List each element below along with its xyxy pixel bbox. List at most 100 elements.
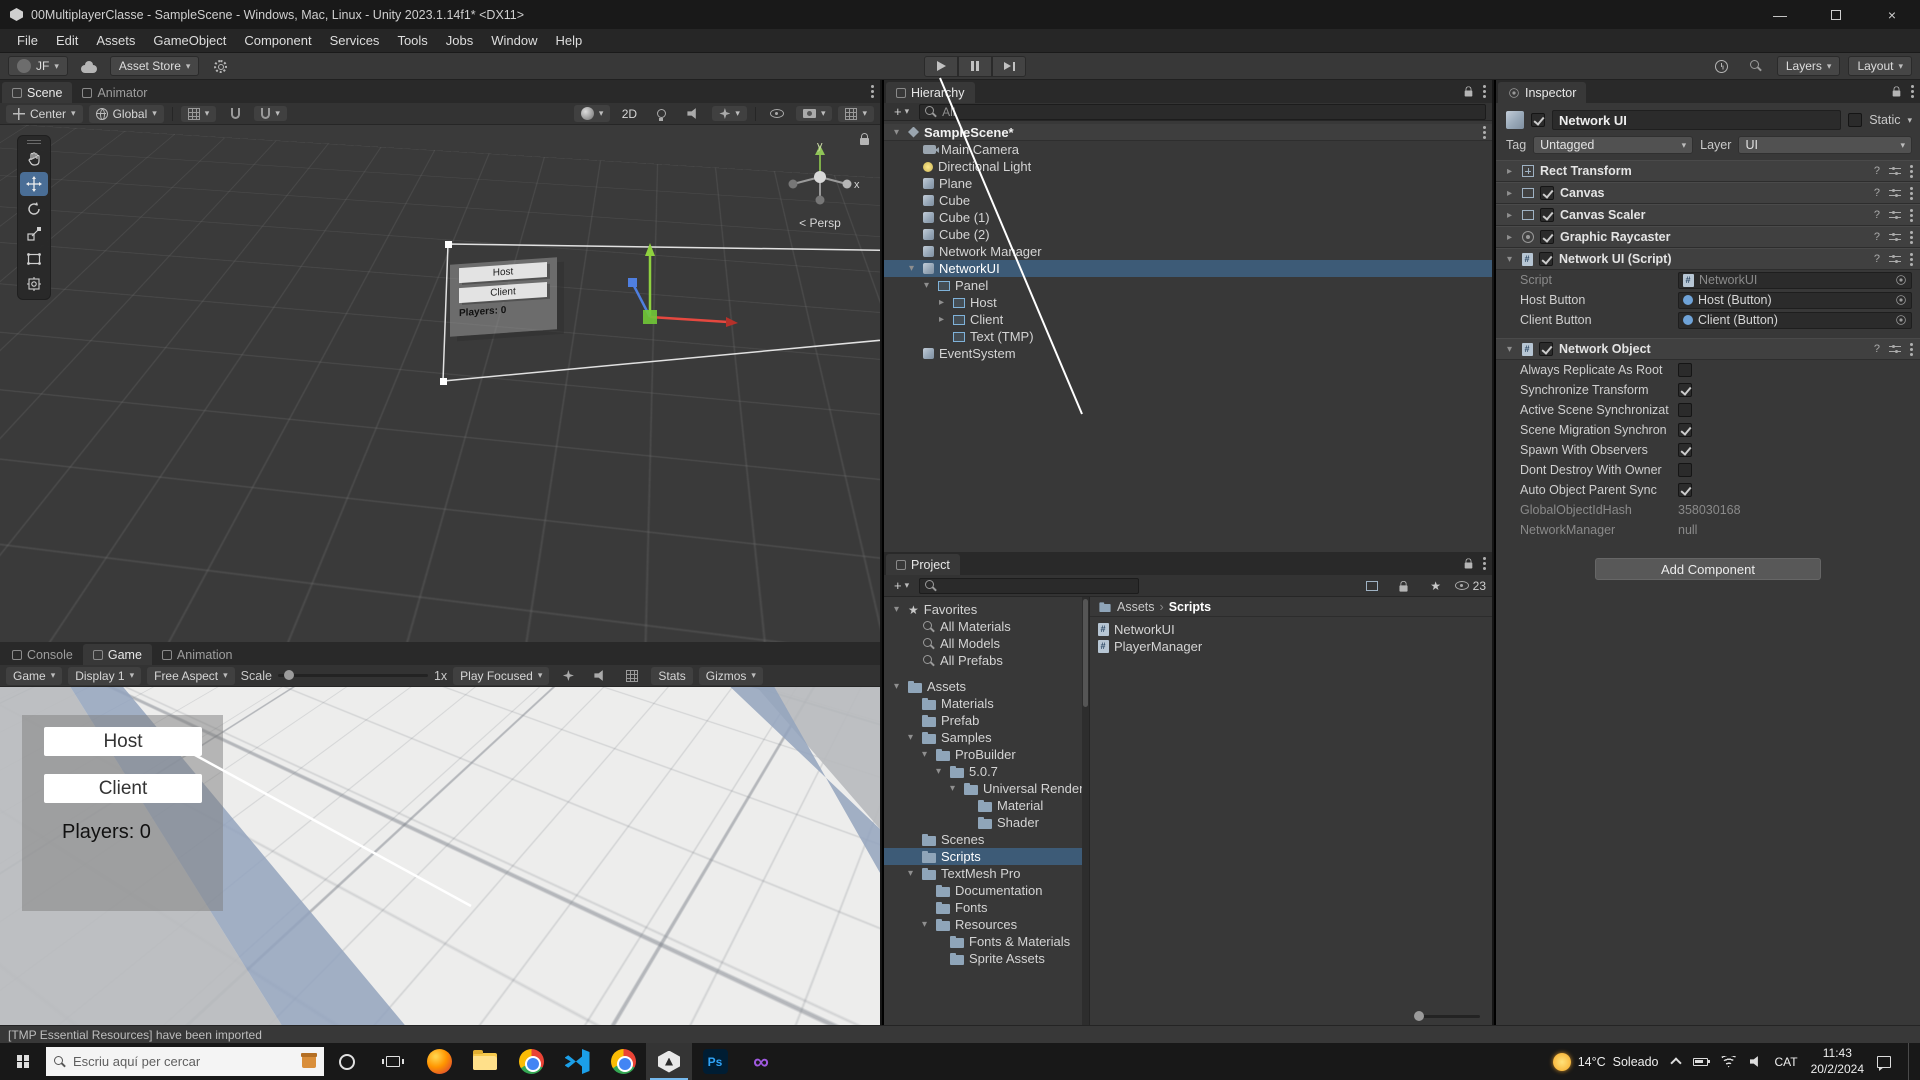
rotate-tool[interactable] <box>20 197 48 221</box>
presets-icon[interactable] <box>1889 188 1901 198</box>
create-asset-dropdown[interactable]: + ▾ <box>890 578 913 593</box>
tab-hierarchy[interactable]: Hierarchy <box>886 82 975 103</box>
layer-dropdown[interactable]: UI ▾ <box>1738 136 1912 154</box>
tray-expand-icon[interactable] <box>1669 1057 1682 1069</box>
handle-rotation-dropdown[interactable]: Global ▾ <box>88 104 164 123</box>
taskbar-search-input[interactable] <box>73 1054 273 1069</box>
taskbar-app-explorer[interactable] <box>462 1043 508 1080</box>
expander-icon[interactable]: ▾ <box>890 604 903 615</box>
tab-console[interactable]: Console <box>2 644 83 665</box>
panel-menu-icon[interactable] <box>1483 84 1486 98</box>
expander-icon[interactable]: ▸ <box>1503 210 1516 221</box>
favorites-item[interactable]: All Materials <box>884 618 1089 635</box>
component-menu-icon[interactable] <box>1910 230 1913 244</box>
handle-position-dropdown[interactable]: Center ▾ <box>6 104 83 123</box>
2d-toggle[interactable]: 2D <box>616 103 642 124</box>
minimize-button[interactable]: — <box>1752 0 1808 29</box>
gizmos-dropdown[interactable]: Gizmos ▾ <box>698 666 763 685</box>
taskbar-search[interactable] <box>46 1047 324 1076</box>
property-checkbox[interactable] <box>1678 383 1692 397</box>
menu-component[interactable]: Component <box>235 30 320 51</box>
lock-icon[interactable] <box>1464 86 1473 97</box>
property-checkbox[interactable] <box>1678 443 1692 457</box>
effects-dropdown[interactable]: ▾ <box>712 106 747 121</box>
undo-history-button[interactable] <box>1709 56 1735 77</box>
expander-icon[interactable]: ▾ <box>890 127 903 138</box>
scale-slider[interactable] <box>277 670 428 680</box>
scene-visibility-toggle[interactable] <box>764 103 790 124</box>
favorites-item[interactable]: All Models <box>884 635 1089 652</box>
scene-menu-icon[interactable] <box>1483 125 1486 139</box>
layers-dropdown[interactable]: Layers ▾ <box>1776 56 1841 76</box>
menu-edit[interactable]: Edit <box>47 30 87 51</box>
hierarchy-item[interactable]: Cube (2) <box>884 226 1492 243</box>
action-center-icon[interactable] <box>1877 1055 1891 1071</box>
taskbar-app-visual-studio[interactable]: ∞ <box>738 1043 784 1080</box>
expander-icon[interactable]: ▾ <box>890 681 903 692</box>
expander-icon[interactable]: ▾ <box>904 868 917 879</box>
panel-menu-icon[interactable] <box>1911 84 1914 98</box>
task-view-button[interactable] <box>370 1043 416 1080</box>
hierarchy-item[interactable]: ▾ NetworkUI <box>884 260 1492 277</box>
menu-gameobject[interactable]: GameObject <box>144 30 235 51</box>
tag-dropdown[interactable]: Untagged ▾ <box>1533 136 1694 154</box>
close-button[interactable]: × <box>1864 0 1920 29</box>
add-component-button[interactable]: Add Component <box>1595 558 1821 580</box>
expander-icon[interactable]: ▾ <box>904 732 917 743</box>
camera-settings-dropdown[interactable]: ▾ <box>795 106 833 121</box>
cloud-button[interactable] <box>76 56 102 77</box>
projection-mode-label[interactable]: < Persp <box>777 216 863 230</box>
project-tree-scrollbar[interactable] <box>1082 597 1089 1025</box>
stats-toggle[interactable]: Stats <box>651 666 693 685</box>
component-menu-icon[interactable] <box>1910 164 1913 178</box>
file-item[interactable]: PlayerManager <box>1098 638 1492 655</box>
move-tool[interactable] <box>20 172 48 196</box>
hand-tool[interactable] <box>20 147 48 171</box>
taskbar-app-vscode[interactable] <box>554 1043 600 1080</box>
tab-inspector[interactable]: Inspector <box>1498 82 1587 103</box>
property-checkbox[interactable] <box>1678 423 1692 437</box>
lock-icon[interactable] <box>1464 558 1473 569</box>
property-checkbox[interactable] <box>1678 363 1692 377</box>
taskbar-app-firefox[interactable] <box>416 1043 462 1080</box>
expander-icon[interactable]: ▾ <box>920 280 933 291</box>
hierarchy-item[interactable]: Plane <box>884 175 1492 192</box>
menu-window[interactable]: Window <box>482 30 546 51</box>
tab-animation[interactable]: Animation <box>152 644 243 665</box>
component-enabled-checkbox[interactable] <box>1540 186 1554 200</box>
create-object-dropdown[interactable]: + ▾ <box>890 104 913 119</box>
help-icon[interactable]: ? <box>1874 231 1880 243</box>
expander-icon[interactable]: ▾ <box>918 919 931 930</box>
transform-tool[interactable] <box>20 272 48 296</box>
project-folder-item[interactable]: ▾ Universal Render P <box>884 780 1089 797</box>
frame-debugger-button[interactable] <box>555 665 581 686</box>
project-folder-item[interactable]: Fonts <box>884 899 1089 916</box>
project-folder-item[interactable]: ▾ Samples <box>884 729 1089 746</box>
property-checkbox[interactable] <box>1678 483 1692 497</box>
hierarchy-item[interactable]: Directional Light <box>884 158 1492 175</box>
taskbar-app-chrome-2[interactable] <box>600 1043 646 1080</box>
taskbar-app-chrome[interactable] <box>508 1043 554 1080</box>
palette-drag-handle[interactable] <box>27 140 41 144</box>
asset-store-dropdown[interactable]: Asset Store ▾ <box>109 56 200 76</box>
language-indicator[interactable]: CAT <box>1775 1055 1798 1069</box>
component-enabled-checkbox[interactable] <box>1539 252 1553 266</box>
menu-help[interactable]: Help <box>547 30 592 51</box>
lock-icon[interactable] <box>1892 86 1901 97</box>
volume-icon[interactable] <box>1749 1056 1758 1067</box>
hierarchy-item[interactable]: Network Manager <box>884 243 1492 260</box>
component-header-rect-transform[interactable]: ▸ Rect Transform? <box>1496 160 1920 182</box>
help-icon[interactable]: ? <box>1874 343 1880 355</box>
game-target-dropdown[interactable]: Game ▾ <box>6 666 63 685</box>
breadcrumb-current[interactable]: Scripts <box>1169 600 1211 614</box>
expander-icon[interactable]: ▾ <box>932 766 945 777</box>
breadcrumb-root[interactable]: Assets <box>1117 600 1155 614</box>
panel-menu-icon[interactable] <box>871 84 874 98</box>
project-folder-item[interactable]: Prefab <box>884 712 1089 729</box>
help-icon[interactable]: ? <box>1874 187 1880 199</box>
show-desktop-button[interactable] <box>1908 1043 1914 1080</box>
component-header-network-object[interactable]: ▾ Network Object? <box>1496 338 1920 360</box>
gameobject-name-field[interactable]: Network UI <box>1552 110 1842 130</box>
component-menu-icon[interactable] <box>1910 186 1913 200</box>
clock[interactable]: 11:43 20/2/2024 <box>1811 1046 1864 1077</box>
